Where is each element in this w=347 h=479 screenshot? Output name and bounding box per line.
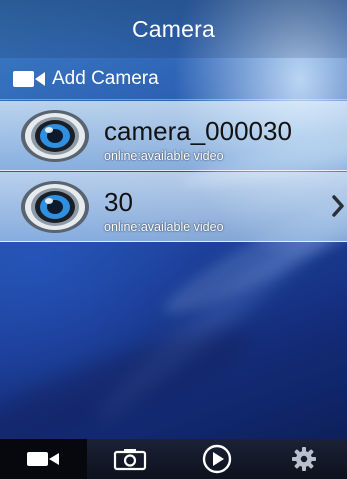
camera-status: online:available video	[104, 149, 224, 163]
camera-lens-icon	[21, 181, 89, 233]
camera-list-item[interactable]: camera_000030 online:available video	[0, 101, 347, 171]
tab-video[interactable]	[0, 439, 87, 479]
photo-camera-icon	[114, 449, 147, 471]
tab-photo[interactable]	[87, 439, 174, 479]
play-icon	[202, 444, 232, 474]
camera-list-item[interactable]: 30 online:available video	[0, 172, 347, 242]
page-title: Camera	[131, 15, 215, 42]
chevron-right-icon[interactable]	[331, 194, 345, 218]
title-bar: Camera	[0, 0, 347, 58]
app-screen: Camera Add Camera camera_000030 online:a…	[0, 0, 347, 479]
camera-lens-icon	[21, 110, 89, 162]
add-camera-button[interactable]: Add Camera	[0, 58, 347, 100]
bottom-tab-bar	[0, 439, 347, 479]
camera-name: 30	[104, 187, 133, 217]
tab-playback[interactable]	[174, 439, 261, 479]
gear-icon	[291, 447, 316, 471]
add-camera-label: Add Camera	[52, 67, 159, 89]
camera-status: online:available video	[104, 220, 224, 234]
tab-settings[interactable]	[260, 439, 347, 479]
video-camera-icon	[13, 70, 45, 87]
camera-name: camera_000030	[104, 116, 292, 146]
video-camera-icon	[27, 452, 60, 466]
